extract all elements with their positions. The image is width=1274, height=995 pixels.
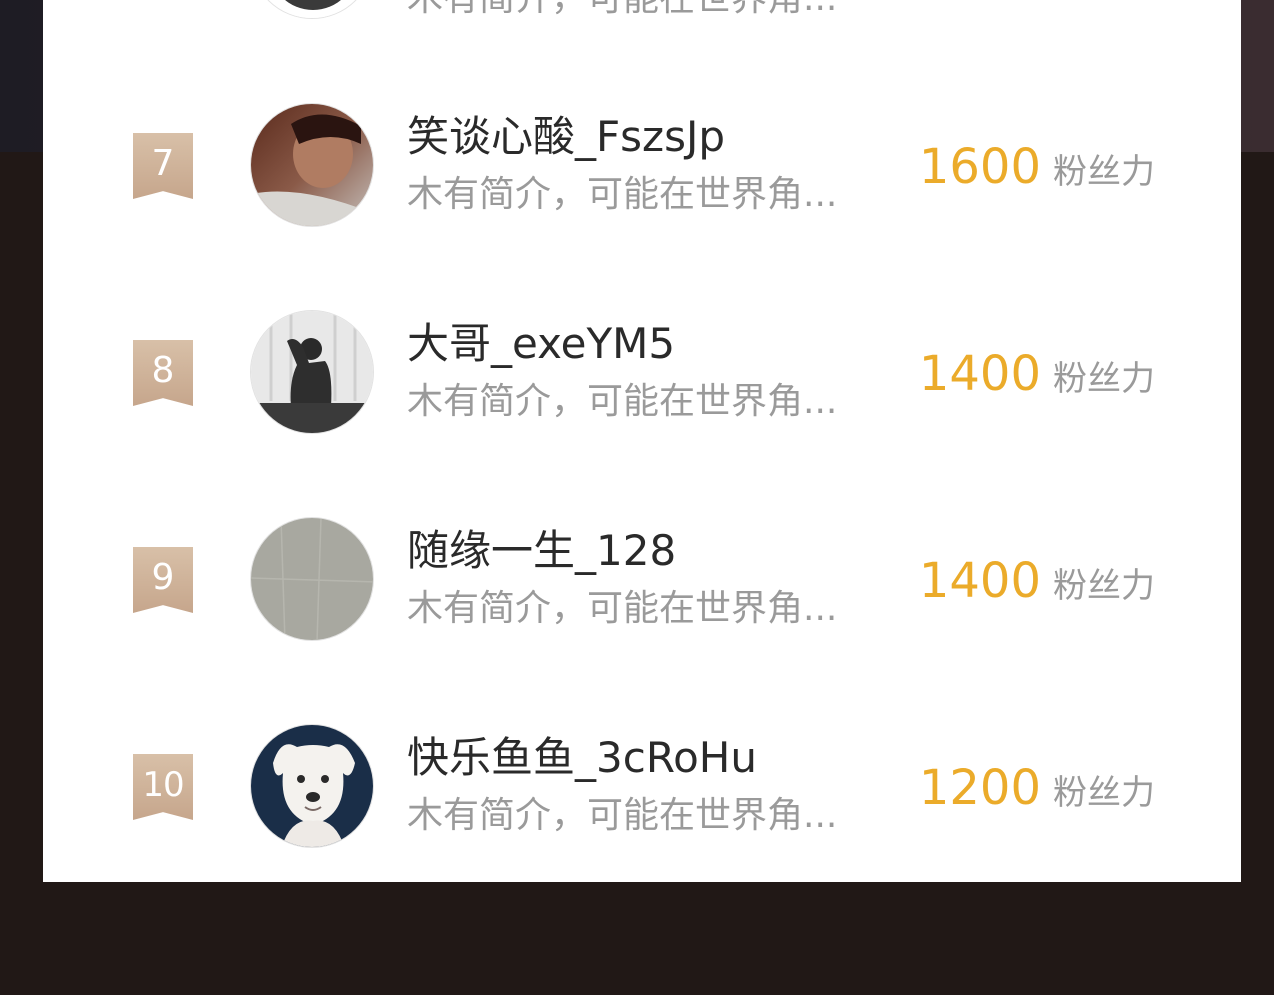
user-name[interactable]: 大哥_exeYM5: [407, 318, 675, 370]
score-value: 1200: [918, 760, 1041, 816]
user-name[interactable]: 笑谈心酸_FszsJp: [407, 111, 725, 163]
white-dog-avatar[interactable]: [250, 724, 374, 848]
score-unit: 粉丝力: [1053, 359, 1155, 399]
user-bio: 木有简介，可能在世界角...: [407, 0, 837, 23]
rank-badge: 7: [133, 133, 193, 199]
user-bio: 木有简介，可能在世界角...: [407, 381, 838, 422]
man-portrait-avatar[interactable]: [250, 103, 374, 227]
rank-badge: 10: [133, 754, 193, 820]
fan-power-score: 1200 粉丝力: [919, 757, 1155, 830]
fan-power-score: 1600 粉丝力: [919, 136, 1155, 209]
rank-badge: 9: [133, 547, 193, 613]
user-name[interactable]: 随缘一生_128: [407, 525, 676, 577]
user-bio: 木有简介，可能在世界角...: [407, 795, 838, 836]
ranking-row[interactable]: 8 大哥_exeYM5 木有简介，可能在世界角... 1400 粉丝力: [43, 310, 1241, 434]
ranking-row[interactable]: 7 笑谈心酸_FszsJp 木有简介，可能在世界角... 1600 粉丝力: [43, 103, 1241, 227]
ranking-row[interactable]: 9 随缘一生_128 木有简介，可能在世界角... 1400 粉丝力: [43, 517, 1241, 641]
fan-power-score: 1400 粉丝力: [919, 343, 1155, 416]
user-bio: 木有简介，可能在世界角...: [407, 174, 838, 215]
score-unit: 粉丝力: [1053, 773, 1155, 813]
fan-ranking-panel: 木有简介，可能在世界角... 7 笑谈心酸_FszsJp 木有简介，可能在世界: [43, 0, 1241, 882]
gray-wall-avatar[interactable]: [250, 517, 374, 641]
score-value: 1400: [918, 346, 1041, 402]
fan-power-score: 1400 粉丝力: [919, 550, 1155, 623]
user-bio: 木有简介，可能在世界角...: [407, 588, 838, 629]
rank-badge: 8: [133, 340, 193, 406]
silhouette-avatar[interactable]: [250, 310, 374, 434]
ranking-row[interactable]: 10 快乐鱼鱼_3cRoHu 木有简介，可能在世界角... 1200 粉丝力: [43, 724, 1241, 848]
score-unit: 粉丝力: [1053, 152, 1155, 192]
score-value: 1600: [918, 139, 1041, 195]
avatar[interactable]: [250, 0, 374, 19]
score-value: 1400: [918, 553, 1041, 609]
user-name[interactable]: 快乐鱼鱼_3cRoHu: [407, 732, 757, 784]
ranking-row-partial[interactable]: 木有简介，可能在世界角...: [43, 0, 1241, 19]
score-unit: 粉丝力: [1053, 566, 1155, 606]
